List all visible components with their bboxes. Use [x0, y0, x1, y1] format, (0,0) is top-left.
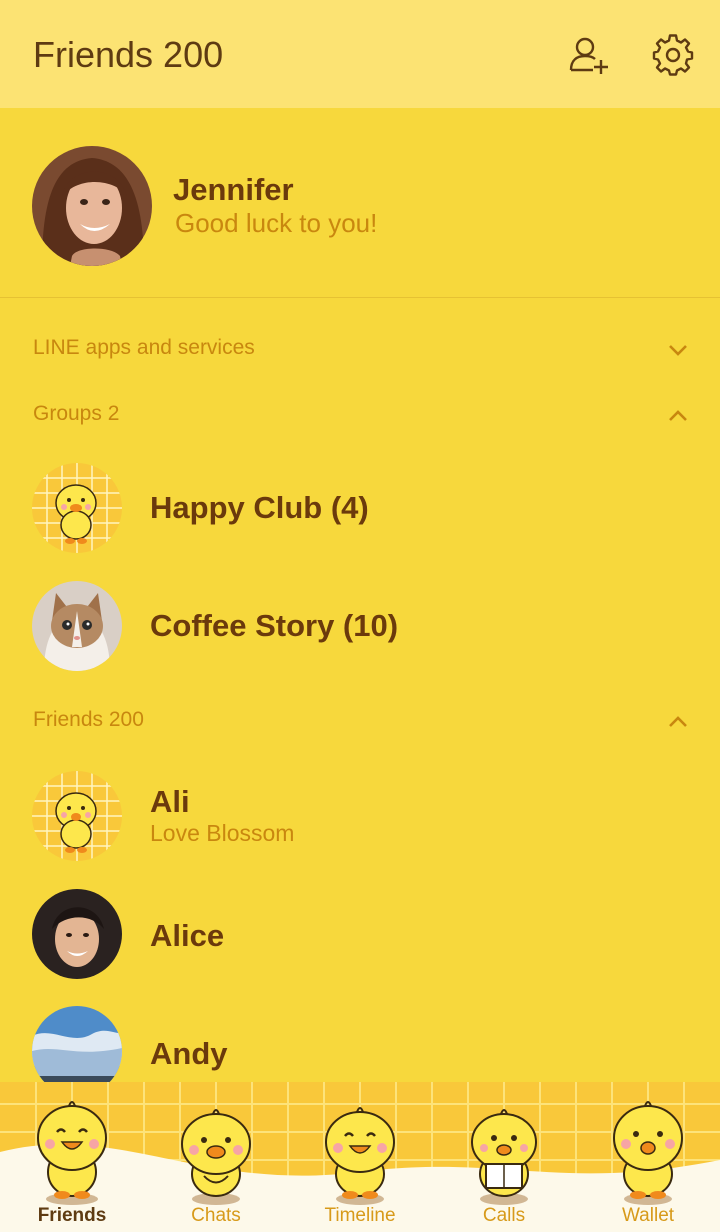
friend-name: Alice	[150, 918, 225, 953]
section-label: Groups 2	[33, 402, 120, 425]
chevron-up-icon	[669, 410, 687, 421]
chick-timeline-icon	[325, 1107, 395, 1205]
profile-avatar[interactable]	[32, 146, 152, 266]
bottom-tab-bar: Friends Chats Timeline Calls Wallet	[0, 1082, 720, 1232]
tab-wallet[interactable]: Wallet	[576, 1082, 720, 1232]
chick-calls-icon	[471, 1109, 537, 1205]
gear-icon[interactable]	[652, 34, 694, 76]
friend-avatar	[32, 771, 122, 861]
friend-name: Ali	[150, 784, 190, 819]
tab-label: Wallet	[621, 1205, 675, 1226]
chick-wallet-icon	[613, 1101, 683, 1205]
friend-row-ali[interactable]: Ali Love Blossom	[0, 760, 720, 872]
tab-label: Calls	[482, 1205, 526, 1226]
group-avatar	[32, 463, 122, 553]
tab-chats[interactable]: Chats	[144, 1082, 288, 1232]
group-name: Coffee Story (10)	[150, 608, 399, 643]
friend-row-alice[interactable]: Alice	[0, 878, 720, 990]
tab-timeline[interactable]: Timeline	[288, 1082, 432, 1232]
section-line-apps[interactable]: LINE apps and services	[0, 322, 720, 378]
tab-friends[interactable]: Friends	[0, 1082, 144, 1232]
friend-status-message: Love Blossom	[150, 820, 295, 846]
chick-chats-icon	[181, 1109, 251, 1205]
section-groups[interactable]: Groups 2	[0, 388, 720, 444]
profile-status-message: Good luck to you!	[175, 208, 378, 238]
page-title: Friends 200	[33, 34, 224, 75]
friend-avatar	[32, 889, 122, 979]
add-friend-icon[interactable]	[568, 34, 610, 76]
group-row-coffee-story[interactable]: Coffee Story (10)	[0, 570, 720, 682]
tab-label: Friends	[37, 1205, 107, 1226]
section-label: LINE apps and services	[33, 336, 255, 359]
my-profile[interactable]: Jennifer Good luck to you!	[0, 108, 720, 298]
group-avatar	[32, 581, 122, 671]
section-label: Friends 200	[33, 708, 144, 731]
profile-name: Jennifer	[173, 172, 294, 207]
group-row-happy-club[interactable]: Happy Club (4)	[0, 452, 720, 564]
tab-calls[interactable]: Calls	[432, 1082, 576, 1232]
section-friends[interactable]: Friends 200	[0, 694, 720, 750]
group-name: Happy Club (4)	[150, 490, 369, 525]
tab-label: Chats	[191, 1205, 241, 1226]
chick-friends-icon	[37, 1101, 107, 1205]
chevron-up-icon	[669, 716, 687, 727]
tab-label: Timeline	[324, 1205, 396, 1226]
header-bar: Friends 200	[0, 0, 720, 108]
chevron-down-icon	[669, 345, 687, 356]
friend-name: Andy	[150, 1036, 228, 1071]
